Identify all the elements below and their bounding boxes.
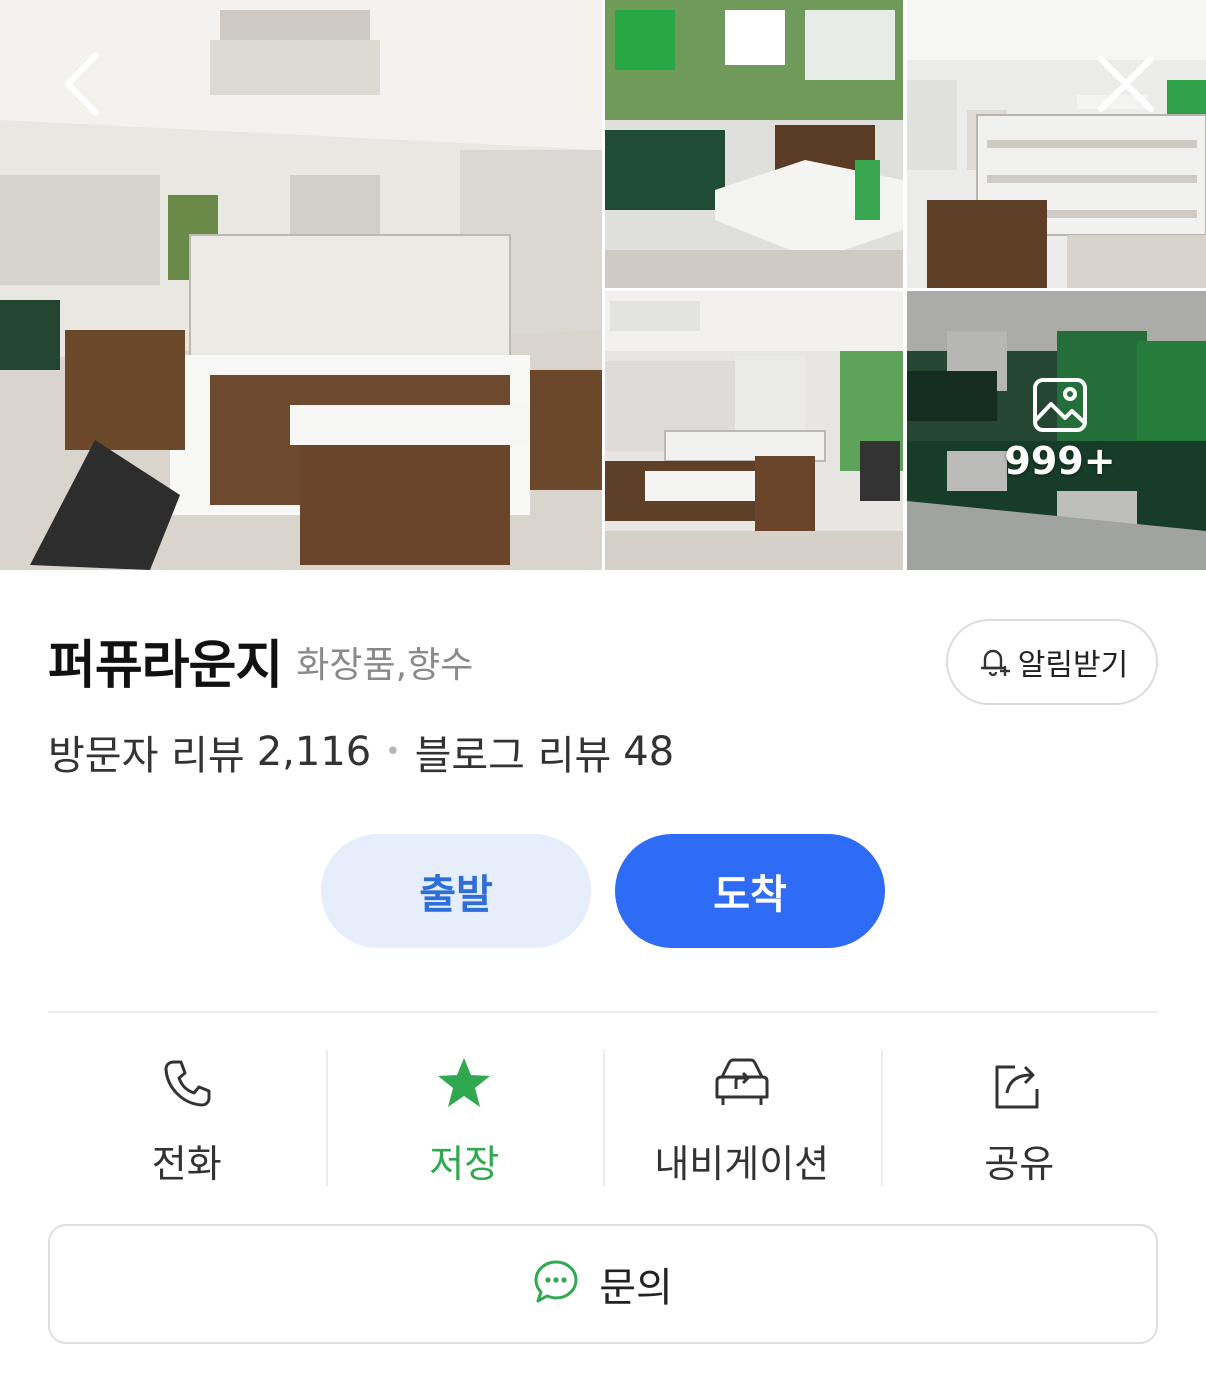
share-icon <box>991 1054 1047 1111</box>
inquiry-button[interactable]: 문의 <box>48 1224 1158 1344</box>
close-button[interactable] <box>1086 44 1166 124</box>
blog-reviews-count[interactable]: 48 <box>623 729 674 775</box>
inquiry-button-label: 문의 <box>599 1265 673 1311</box>
separator-dot: • <box>385 737 401 767</box>
more-photos-button[interactable]: 999+ <box>990 370 1130 490</box>
place-title-row: 퍼퓨라운지 화장품,향수 <box>48 620 473 700</box>
bell-plus-icon <box>976 644 1012 680</box>
divider <box>48 1011 1158 1013</box>
save-button[interactable]: 저장 <box>325 1048 604 1188</box>
action-bar: 전화 저장 내비게이션 공유 <box>48 1048 1158 1188</box>
arrive-button[interactable]: 도착 <box>615 834 885 948</box>
navigation-button[interactable]: 내비게이션 <box>603 1048 881 1188</box>
save-button-label: 저장 <box>429 1142 500 1186</box>
back-button[interactable] <box>42 44 122 124</box>
gallery-photo-4[interactable] <box>605 291 903 570</box>
visitor-reviews-count[interactable]: 2,116 <box>257 729 372 775</box>
image-icon <box>1033 378 1087 432</box>
close-icon <box>1098 56 1154 112</box>
call-button[interactable]: 전화 <box>48 1048 326 1188</box>
share-button[interactable]: 공유 <box>880 1048 1159 1188</box>
share-button-label: 공유 <box>984 1142 1055 1186</box>
navigation-car-icon <box>712 1054 772 1111</box>
place-name: 퍼퓨라운지 <box>48 635 283 696</box>
blog-reviews-label[interactable]: 블로그 리뷰 <box>415 723 612 781</box>
place-category: 화장품,향수 <box>296 645 474 686</box>
navigation-button-label: 내비게이션 <box>654 1142 830 1186</box>
review-summary: 방문자 리뷰 2,116 • 블로그 리뷰 48 <box>48 722 674 782</box>
alarm-button-label: 알림받기 <box>1017 648 1129 683</box>
gallery-photo-2[interactable] <box>605 0 903 288</box>
photo-gallery: 999+ <box>0 0 1206 570</box>
star-icon <box>436 1054 492 1111</box>
alarm-button[interactable]: 알림받기 <box>946 619 1158 705</box>
phone-icon <box>161 1054 213 1111</box>
call-button-label: 전화 <box>151 1142 222 1186</box>
depart-button[interactable]: 출발 <box>321 834 591 948</box>
more-photos-count: 999+ <box>1004 439 1116 483</box>
chevron-left-icon <box>65 52 99 116</box>
chat-bubble-icon <box>533 1259 579 1309</box>
visitor-reviews-label[interactable]: 방문자 리뷰 <box>48 723 245 781</box>
